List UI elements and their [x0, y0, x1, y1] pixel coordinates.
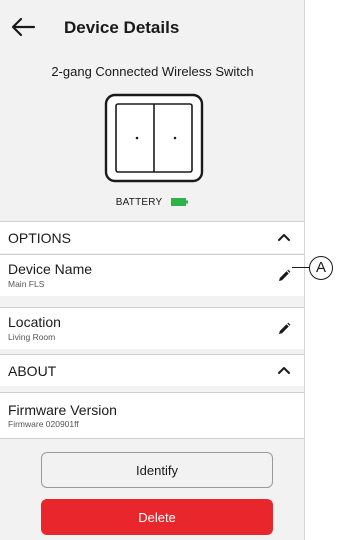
about-section-header[interactable]: ABOUT: [0, 354, 304, 386]
chevron-up-icon[interactable]: [277, 232, 291, 242]
chevron-up-icon[interactable]: [277, 365, 291, 375]
battery-status: BATTERY: [0, 197, 304, 208]
delete-button[interactable]: Delete: [41, 499, 273, 535]
options-section-label: OPTIONS: [8, 230, 72, 246]
callout-marker: A: [309, 256, 333, 280]
device-details-screen: Device Details 2-gang Connected Wireless…: [0, 0, 305, 540]
location-title: Location: [8, 314, 61, 330]
header: Device Details: [0, 0, 304, 52]
pencil-icon[interactable]: [277, 269, 291, 283]
firmware-version-value: Firmware 020901ff: [8, 419, 79, 429]
switch-image: [104, 93, 204, 183]
firmware-version-title: Firmware Version: [8, 402, 117, 418]
device-name-value: Main FLS: [8, 279, 45, 289]
location-value: Living Room: [8, 332, 56, 342]
identify-button[interactable]: Identify: [41, 452, 273, 488]
page-title: Device Details: [64, 18, 180, 37]
device-name-title: Device Name: [8, 261, 93, 277]
about-section-label: ABOUT: [8, 363, 57, 379]
pencil-icon[interactable]: [277, 322, 291, 336]
device-name-row[interactable]: Device Name Main FLS: [0, 254, 304, 296]
device-model-label: 2-gang Connected Wireless Switch: [51, 64, 254, 79]
battery-label: BATTERY: [115, 197, 163, 208]
location-row[interactable]: Location Living Room: [0, 307, 304, 349]
callout-line: [292, 267, 310, 268]
battery-icon: [171, 198, 189, 207]
arrow-left-icon[interactable]: [10, 16, 36, 38]
firmware-version-row: Firmware Version Firmware 020901ff: [0, 392, 304, 438]
options-section-header[interactable]: OPTIONS: [0, 221, 304, 253]
